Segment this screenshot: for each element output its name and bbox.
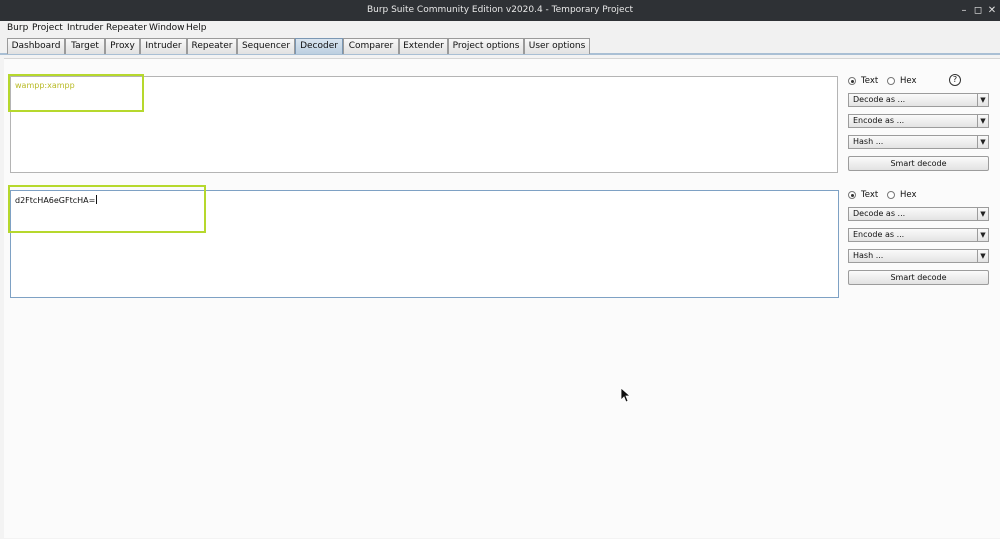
format-radio-group: Text Hex [848, 190, 989, 200]
tab-target[interactable]: Target [65, 38, 105, 54]
tab-user-options[interactable]: User options [524, 38, 590, 54]
text-radio-label: Text [861, 190, 879, 200]
mouse-pointer-icon [620, 387, 630, 403]
help-icon[interactable]: ? [949, 74, 961, 86]
tab-comparer[interactable]: Comparer [343, 38, 399, 54]
tab-extender[interactable]: Extender [399, 38, 448, 54]
hash-select[interactable]: Hash ... ▼ [848, 135, 989, 149]
menu-intruder[interactable]: Intruder [67, 21, 103, 36]
tab-proxy[interactable]: Proxy [105, 38, 140, 54]
decode-as-label: Decode as ... [853, 209, 906, 218]
close-button[interactable]: ✕ [986, 0, 998, 21]
chevron-down-icon: ▼ [977, 115, 988, 127]
text-radio-label: Text [861, 76, 879, 86]
tab-project-options[interactable]: Project options [448, 38, 524, 54]
encode-as-label: Encode as ... [853, 230, 905, 239]
tab-repeater[interactable]: Repeater [187, 38, 237, 54]
format-radio-group: Text Hex ? [848, 74, 989, 86]
tab-intruder[interactable]: Intruder [140, 38, 187, 54]
hex-radio-label: Hex [900, 190, 917, 200]
hash-label: Hash ... [853, 137, 884, 146]
hex-radio[interactable] [887, 191, 895, 199]
smart-decode-button[interactable]: Smart decode [848, 156, 989, 171]
hex-radio-label: Hex [900, 76, 917, 86]
encode-as-select[interactable]: Encode as ... ▼ [848, 228, 989, 242]
highlight-box-input [8, 74, 144, 112]
encode-as-select[interactable]: Encode as ... ▼ [848, 114, 989, 128]
chevron-down-icon: ▼ [977, 208, 988, 220]
tab-sequencer[interactable]: Sequencer [237, 38, 295, 54]
chevron-down-icon: ▼ [977, 250, 988, 262]
highlight-box-output [8, 185, 206, 233]
hex-radio[interactable] [887, 77, 895, 85]
menu-help[interactable]: Help [186, 21, 207, 36]
menu-repeater[interactable]: Repeater [106, 21, 147, 36]
tool-tab-bar: Dashboard Target Proxy Intruder Repeater… [0, 36, 1000, 55]
decode-as-select[interactable]: Decode as ... ▼ [848, 207, 989, 221]
hash-label: Hash ... [853, 251, 884, 260]
menu-project[interactable]: Project [32, 21, 63, 36]
chevron-down-icon: ▼ [977, 229, 988, 241]
hash-select[interactable]: Hash ... ▼ [848, 249, 989, 263]
tab-decoder[interactable]: Decoder [295, 38, 343, 54]
decoder-panel: wampp:xampp Text Hex ? Decode as ... ▼ E… [4, 58, 1000, 538]
decode-as-select[interactable]: Decode as ... ▼ [848, 93, 989, 107]
text-radio[interactable] [848, 191, 856, 199]
menu-bar: Burp Project Intruder Repeater Window He… [0, 21, 1000, 36]
minimize-button[interactable]: – [958, 0, 970, 21]
smart-decode-button[interactable]: Smart decode [848, 270, 989, 285]
encode-as-label: Encode as ... [853, 116, 905, 125]
window-titlebar: Burp Suite Community Edition v2020.4 - T… [0, 0, 1000, 21]
chevron-down-icon: ▼ [977, 136, 988, 148]
decode-as-label: Decode as ... [853, 95, 906, 104]
tab-dashboard[interactable]: Dashboard [7, 38, 65, 54]
menu-window[interactable]: Window [149, 21, 185, 36]
text-radio[interactable] [848, 77, 856, 85]
maximize-button[interactable]: ◻ [972, 0, 984, 21]
menu-burp[interactable]: Burp [7, 21, 28, 36]
chevron-down-icon: ▼ [977, 94, 988, 106]
window-title: Burp Suite Community Edition v2020.4 - T… [366, 5, 634, 15]
